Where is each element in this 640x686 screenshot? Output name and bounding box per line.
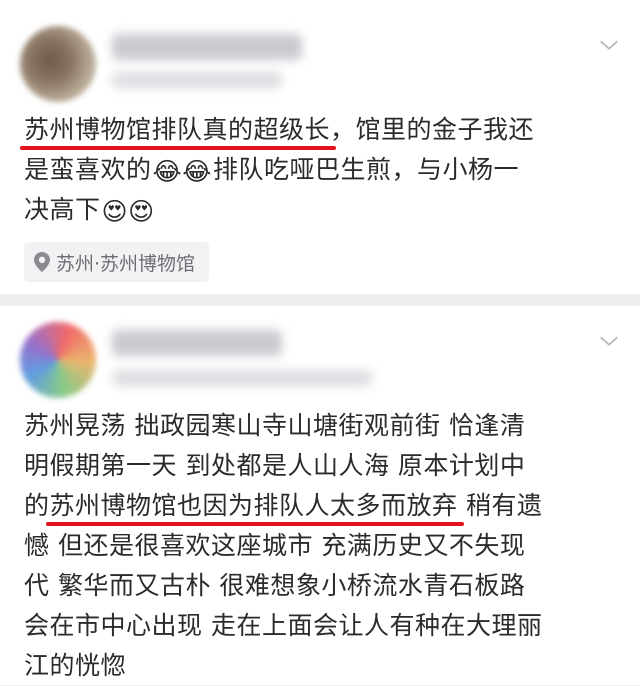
location-label: 苏州·苏州博物馆 [56,252,196,275]
avatar[interactable] [20,322,96,398]
post-text: 苏州博物馆排队真的超级长，馆里的金子我还 是蛮喜欢的😂😂排队吃哑巴生煎，与小杨一决… [24,110,624,230]
post-meta-blurred [112,72,282,88]
text-line: 江的恍惚 [24,646,624,686]
highlighted-text: 苏州博物馆也因为排队人太多而放弃 [49,491,458,520]
text-line: 决高下😍😍 [24,190,624,230]
highlighted-text: 苏州博物馆排队真的超级长 [24,115,331,144]
text-segment: 是蛮喜欢的 [24,155,152,184]
author-name-blurred[interactable] [112,330,282,356]
text-line: 是蛮喜欢的😂😂排队吃哑巴生煎，与小杨一 [24,150,624,190]
text-line: 明假期第一天 到处都是人山人海 原本计划中 [24,446,624,486]
post-card-1[interactable]: 苏州博物馆排队真的超级长，馆里的金子我还 是蛮喜欢的😂😂排队吃哑巴生煎，与小杨一决… [0,0,640,294]
text-segment: 的 [24,491,50,520]
chevron-down-icon[interactable] [598,330,620,352]
emoji: 😍😍 [101,196,155,226]
text-segment: 明假期第一天 到处都是人山人海 原本计划中 [24,451,526,480]
text-segment: 决高下 [24,195,101,224]
emoji: 😂😂 [152,156,212,186]
post-meta-blurred [112,370,372,386]
text-line: 的苏州博物馆也因为排队人太多而放弃 稍有遗 [24,486,624,526]
text-line: 代 繁华而又古朴 很难想象小桥流水青石板路 [24,566,624,606]
text-line: 会在市中心出现 走在上面会让人有种在大理丽 [24,606,624,646]
text-segment: 排队吃哑巴生煎，与小杨一 [212,155,519,184]
text-segment: 代 繁华而又古朴 很难想象小桥流水青石板路 [24,571,526,600]
chevron-down-icon[interactable] [598,34,620,56]
text-segment: 憾 但还是很喜欢这座城市 充满历史又不失现 [24,531,526,560]
text-line: 苏州晃荡 拙政园寒山寺山塘街观前街 恰逢清 [24,406,624,446]
text-line: 憾 但还是很喜欢这座城市 充满历史又不失现 [24,526,624,566]
text-segment: 会在市中心出现 走在上面会让人有种在大理丽 [24,611,543,640]
text-segment: ，馆里的金子我还 [330,115,535,144]
post-card-2[interactable]: 苏州晃荡 拙政园寒山寺山塘街观前街 恰逢清 明假期第一天 到处都是人山人海 原本计… [0,306,640,685]
text-segment: 江的恍惚 [24,651,127,680]
text-segment: 苏州晃荡 拙政园寒山寺山塘街观前街 恰逢清 [24,411,526,440]
post-text: 苏州晃荡 拙政园寒山寺山塘街观前街 恰逢清 明假期第一天 到处都是人山人海 原本计… [24,406,624,686]
location-tag[interactable]: 苏州·苏州博物馆 [24,242,210,282]
text-line: 苏州博物馆排队真的超级长，馆里的金子我还 [24,110,624,150]
author-name-blurred[interactable] [112,34,302,60]
text-segment: 稍有遗 [457,491,543,520]
location-pin-icon [34,252,50,272]
avatar[interactable] [20,26,96,102]
